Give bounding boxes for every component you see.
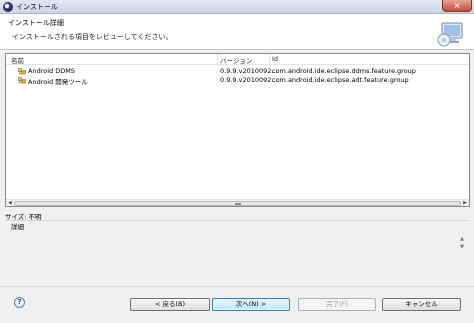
cancel-button[interactable]: キャンセル [382,298,461,311]
scroll-left-icon[interactable]: ◀ [8,200,12,207]
scroll-up-icon[interactable]: ▲ [460,236,464,242]
item-version: 0.9.9.v2010092... [220,76,278,84]
details-area: ▲ ▼ [5,220,470,282]
column-header-name[interactable]: 名前 [11,55,24,65]
item-id: com.android.ide.eclipse.ddms.feature.gro… [272,67,416,75]
table-header: 名前 バージョン Id [6,54,469,65]
help-icon[interactable]: ? [14,297,25,308]
grip-icon [235,203,241,205]
scrollbar-thumb[interactable] [14,201,461,206]
page-description: インストールされる項目をレビューしてください。 [12,33,173,41]
wizard-header: インストール詳細 インストールされる項目をレビューしてください。 [0,14,474,50]
window-title: インストール [16,3,58,11]
page-title: インストール詳細 [8,19,64,27]
window-close-button[interactable]: × [442,0,472,12]
horizontal-scrollbar[interactable]: ◀ ▶ [6,199,469,206]
finish-button[interactable]: 完了(F) [298,298,376,311]
scroll-down-icon[interactable]: ▼ [460,244,464,250]
table-row[interactable]: Android 開発ツール 0.9.9.v2010092... com.andr… [6,75,469,86]
install-items-table: 名前 バージョン Id Android DDMS 0.9.9.v2010092.… [5,53,470,207]
feature-package-icon [18,68,26,75]
install-wizard-icon [437,22,463,47]
item-id: com.android.ide.eclipse.adt.feature.grou… [272,76,409,84]
scroll-right-icon[interactable]: ▶ [463,200,467,207]
footer-divider [0,286,474,287]
eclipse-app-icon [3,2,13,12]
item-name: Android DDMS [28,67,75,75]
column-header-id[interactable]: Id [272,55,278,63]
item-version: 0.9.9.v2010092... [220,67,278,75]
feature-package-icon [18,77,26,84]
next-button[interactable]: 次へ(N) > [212,298,290,311]
column-header-version[interactable]: バージョン [220,55,252,65]
details-label: 詳細 [11,223,24,231]
column-separator[interactable] [269,54,270,65]
item-name: Android 開発ツール [28,78,88,86]
column-separator[interactable] [217,54,218,65]
back-button[interactable]: < 戻る(B) [130,298,210,311]
window-title-bar: インストール × [0,0,474,14]
